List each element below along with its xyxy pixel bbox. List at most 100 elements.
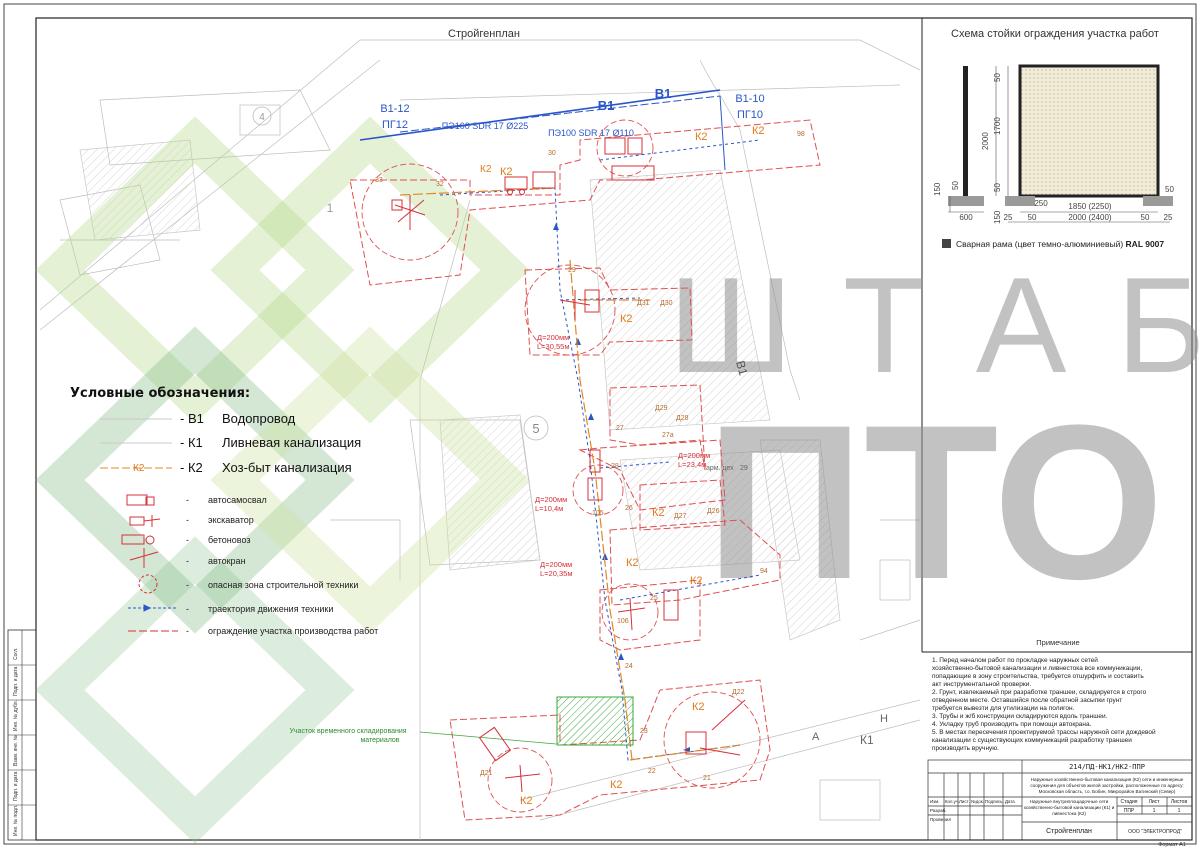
svg-text:30: 30 [548, 150, 556, 157]
side-stamp-label: Согл. [13, 648, 19, 660]
legend-code: - К2 [180, 460, 203, 475]
arm-tseh-label: арм. цех [706, 465, 734, 472]
svg-text:4. Укладку труб производить п: 4. Укладку труб производить при помощи а… [932, 720, 1092, 728]
svg-text:Д=200мм: Д=200мм [535, 495, 567, 504]
fence-scheme-title: Схема стойки ограждения участка работ [951, 28, 1159, 40]
svg-text:хозяйственно-бытовой канализац: хозяйственно-бытовой канализации и ливне… [932, 664, 1142, 672]
svg-text:50: 50 [1165, 185, 1174, 194]
svg-text:производить вручную.: производить вручную. [932, 745, 999, 752]
fence-base [1143, 196, 1173, 206]
svg-text:1. Перед началом работ по про: 1. Перед началом работ по прокладке нару… [932, 656, 1098, 664]
drawing-name: Стройгенплан [1046, 827, 1092, 835]
svg-text:К2: К2 [652, 507, 665, 519]
legend-title: Условные обозначения: [70, 386, 250, 401]
svg-text:К2: К2 [520, 795, 533, 807]
svg-text:L=23,4м: L=23,4м [678, 460, 706, 469]
svg-text:Д28: Д28 [676, 415, 689, 422]
svg-text:24: 24 [625, 663, 633, 670]
fence-base [948, 196, 984, 206]
side-stamp-label: Подп. и дата [13, 666, 19, 696]
fence-caption: Сварная рама (цвет темно-алюминиевый) RA… [956, 239, 1164, 249]
svg-text:-: - [186, 515, 189, 525]
fence-base [1005, 196, 1035, 206]
svg-text:27: 27 [616, 425, 624, 432]
project-line: Московская область, г.о. Бобин, Микрорай… [1039, 788, 1176, 794]
svg-text:2000 (2400): 2000 (2400) [1068, 213, 1111, 222]
storage-leader [419, 731, 557, 745]
svg-text:22: 22 [648, 768, 656, 775]
svg-text:50: 50 [993, 73, 1002, 82]
svg-text:150: 150 [933, 182, 942, 196]
svg-text:26: 26 [625, 505, 633, 512]
svg-text:Кол.уч.: Кол.уч. [945, 799, 959, 804]
storage-label: Участок временного складирования [289, 728, 406, 735]
svg-text:L=20,35м: L=20,35м [540, 569, 572, 578]
watermark-diamonds [35, 116, 530, 844]
watermark-text-bottom: ПТО [706, 379, 1164, 625]
notes-block: Примечание 1. Перед началом работ по про… [932, 638, 1156, 752]
fence-post [963, 66, 968, 196]
svg-text:Д21: Д21 [480, 770, 493, 777]
svg-text:2. Грунт, извлекаемый при раз: 2. Грунт, извлекаемый при разработке тра… [932, 688, 1147, 696]
notes-title: Примечание [1036, 638, 1079, 647]
legend-equipment-text: опасная зона строительной техники [208, 580, 358, 590]
svg-text:-: - [186, 495, 189, 505]
svg-text:1: 1 [1178, 808, 1181, 814]
svg-text:5. В местах пересечения проек: 5. В местах пересечения проектируемой тр… [932, 728, 1156, 736]
svg-text:23: 23 [640, 728, 648, 735]
svg-text:50: 50 [993, 183, 1002, 192]
svg-text:29: 29 [568, 267, 576, 274]
fence-scheme: 1700 2000 50 50 50 150 150 600 250 1850 … [933, 64, 1174, 249]
svg-text:Изм.: Изм. [930, 799, 939, 804]
svg-text:Листов: Листов [1171, 799, 1188, 805]
plan-title: Стройгенплан [448, 28, 520, 40]
svg-text:-: - [186, 626, 189, 636]
svg-text:250: 250 [1034, 199, 1048, 208]
svg-text:Дата: Дата [1005, 799, 1015, 804]
format-label: Формат А1 [1158, 842, 1186, 848]
pipe-110-label: ПЭ100 SDR 17 Ø110 [548, 128, 634, 138]
svg-text:К2: К2 [692, 701, 705, 713]
svg-text:К2: К2 [500, 166, 513, 178]
v1-right-label: В1-10 [735, 93, 764, 105]
svg-text:попадающие в зону строительств: попадающие в зону строительства, требует… [932, 672, 1144, 680]
svg-text:Д=200мм: Д=200мм [678, 451, 710, 460]
k1-label: К1 [860, 733, 874, 747]
pg-left-label: ПГ12 [382, 119, 408, 131]
a-label: А [812, 731, 820, 743]
svg-text:25: 25 [1164, 213, 1173, 222]
svg-text:106: 106 [617, 618, 629, 625]
svg-text:К2: К2 [620, 313, 633, 325]
svg-text:акт инструментальной проверки.: акт инструментальной проверки. [932, 680, 1031, 688]
n-label: Н [880, 713, 888, 725]
svg-text:-: - [186, 580, 189, 590]
svg-text:1850 (2250): 1850 (2250) [1068, 202, 1111, 211]
legend-equipment-text: автосамосвал [208, 495, 267, 505]
legend-equipment-text: экскаватор [208, 515, 254, 525]
legend-text: Водопровод [222, 411, 296, 426]
side-stamp-label: Взам. инв. № [13, 735, 19, 766]
svg-text:2000: 2000 [981, 132, 990, 150]
svg-text:150: 150 [993, 210, 1002, 224]
svg-text:3. Трубы и ж/б конструкции ск: 3. Трубы и ж/б конструкции складируются … [932, 712, 1108, 720]
svg-text:50: 50 [1141, 213, 1150, 222]
svg-text:-: - [186, 604, 189, 614]
svg-text:94: 94 [760, 568, 768, 575]
svg-text:Подпись: Подпись [985, 799, 1003, 804]
svg-text:Стадия: Стадия [1120, 799, 1137, 805]
legend-equipment-text: бетоновоз [208, 535, 250, 545]
svg-text:К2: К2 [690, 575, 703, 587]
svg-text:32: 32 [436, 181, 444, 188]
svg-text:Лист: Лист [959, 799, 969, 804]
svg-text:Д29: Д29 [655, 405, 668, 412]
svg-text:50: 50 [951, 181, 960, 190]
sheet-title-line: хозяйственно-бытовой канализации (К1) и [1024, 804, 1115, 810]
legend-equipment-text: ограждение участка производства работ [208, 626, 378, 636]
svg-text:К2: К2 [610, 779, 623, 791]
svg-text:25: 25 [1004, 213, 1013, 222]
svg-text:Д31: Д31 [637, 300, 650, 307]
legend-equipment-text: траектория движения техники [208, 604, 333, 614]
v1-pipe-label: В1 [655, 86, 672, 101]
svg-text:98: 98 [797, 131, 805, 138]
svg-text:Д26: Д26 [707, 508, 720, 515]
